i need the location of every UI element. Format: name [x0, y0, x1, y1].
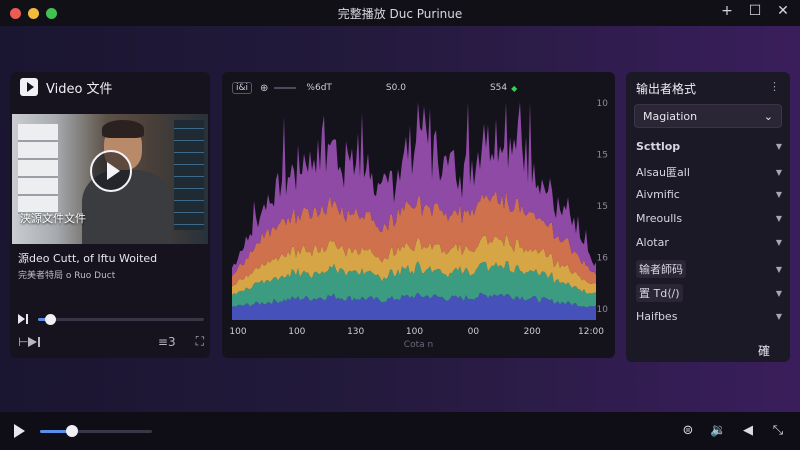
chart-toolbar-chip[interactable]: ⅰ&ⅰ	[232, 82, 253, 94]
video-subtitle: 完美者特局 o Ruo Duct	[18, 271, 116, 281]
close-icon[interactable]: ✕	[776, 3, 790, 19]
fullscreen-icon[interactable]: ⛶	[196, 334, 204, 349]
settings-item-label: 输者師码	[636, 260, 686, 278]
settings-item-label: Alsau匿all	[636, 166, 690, 179]
bottom-bar-icons: ⊜ 🔉 ◀ ⤡	[680, 423, 786, 438]
settings-item-label: Aivmific	[636, 188, 680, 201]
settings-item[interactable]: Alotar ▼	[636, 236, 782, 249]
play-icon[interactable]	[20, 78, 38, 96]
settings-item-label: Mreoulls	[636, 212, 683, 225]
title-bar: 完整播放 Duc Purinue + ☐ ✕	[0, 0, 800, 26]
globe-icon[interactable]: ⊕	[260, 83, 268, 94]
chart-toolbar-label-3: S54	[489, 83, 508, 93]
video-thumbnail[interactable]: 浃源文件文件	[12, 114, 208, 244]
chart-x-caption: Cota n	[403, 340, 434, 350]
y-tick-label: 16	[597, 254, 609, 264]
settings-item[interactable]: Scttlop ▼	[636, 140, 782, 153]
y-tick-label: 10	[597, 99, 609, 109]
confirm-button[interactable]: 確	[758, 342, 770, 359]
settings-item[interactable]: 输者師码 ▼	[636, 260, 782, 278]
fullscreen-icon[interactable]: ⤡	[770, 423, 786, 438]
maximize-icon[interactable]: ☐	[748, 3, 762, 19]
chevron-down-icon: ▼	[775, 238, 782, 247]
x-tick-label: 12:00	[578, 327, 604, 337]
video-seek-bar[interactable]	[38, 313, 204, 325]
settings-title: 输出者格式	[636, 82, 697, 96]
settings-item-label: Alotar	[636, 236, 669, 249]
video-seek-handle[interactable]	[44, 313, 56, 325]
new-tab-icon[interactable]: +	[720, 3, 734, 19]
x-tick-label: 00	[468, 327, 480, 337]
volume-icon[interactable]: 🔉	[710, 423, 726, 438]
format-dropdown-value: Magiation	[643, 109, 698, 123]
video-controls: ⊢ ≡3 ⛶	[18, 334, 204, 349]
play-pause-icon[interactable]	[18, 313, 30, 325]
play-icon[interactable]	[14, 424, 25, 438]
status-dot-icon: ◆	[511, 83, 518, 93]
thumbnail-person-hair	[102, 120, 144, 138]
playback-progress-bar[interactable]	[40, 425, 152, 437]
y-tick-label: 15	[597, 202, 608, 212]
thumbnail-shelf	[18, 124, 58, 214]
chart-panel: 100 100 130 100 00 200 12:00 10 15 15 16 10 ⅰ&ⅰ ⊕ %…	[222, 72, 615, 358]
settings-item-label: Scttlop	[636, 140, 681, 153]
chart-toolbar-label-2: S0.0	[385, 83, 406, 93]
close-window-button[interactable]	[10, 7, 21, 19]
audio-spectrum-chart: 100 100 130 100 00 200 12:00 10 15 15 16 10	[229, 99, 609, 337]
time-label: ≡3	[157, 334, 176, 349]
settings-item[interactable]: Mreoulls ▼	[636, 212, 782, 225]
settings-item-label: Haifbes	[636, 310, 678, 323]
settings-panel: 输出者格式 ⋮ Magiation ⌄ Scttlop ▼ Alsau匿all …	[626, 72, 790, 362]
video-panel-header: Video 文件	[10, 72, 210, 102]
chevron-down-icon: ▼	[775, 214, 782, 223]
more-options-icon[interactable]: ⋮	[769, 80, 780, 93]
chevron-down-icon: ⌄	[763, 109, 773, 123]
settings-item[interactable]: Aivmific ▼	[636, 188, 782, 201]
video-panel-title: Video 文件	[46, 81, 113, 97]
y-tick-label: 10	[597, 305, 609, 315]
thumbnail-caption: 浃源文件文件	[20, 212, 86, 225]
x-tick-label: 100	[229, 327, 246, 337]
chevron-down-icon: ▼	[775, 312, 782, 321]
chevron-down-icon: ▼	[775, 288, 782, 298]
zoom-window-button[interactable]	[46, 7, 57, 19]
captions-icon[interactable]: ⊜	[680, 423, 696, 438]
chevron-down-icon: ▼	[775, 190, 782, 199]
speaker-icon[interactable]: ◀	[740, 423, 756, 438]
minimize-window-button[interactable]	[28, 7, 39, 19]
bottom-playback-bar: ⊜ 🔉 ◀ ⤡	[0, 412, 800, 450]
window-traffic-lights	[10, 7, 57, 19]
play-overlay-icon[interactable]	[90, 150, 132, 192]
settings-item[interactable]: Haifbes ▼	[636, 310, 782, 323]
video-panel: Video 文件 浃源文件文件 源deo Cutt, of Iftu Woite…	[10, 72, 210, 358]
playback-progress-handle[interactable]	[66, 425, 79, 437]
x-tick-label: 130	[347, 327, 364, 337]
chart-toolbar-line	[274, 87, 297, 89]
x-tick-label: 200	[524, 327, 541, 337]
window-controls: + ☐ ✕	[720, 3, 790, 19]
y-tick-label: 15	[597, 151, 608, 161]
x-tick-label: 100	[288, 327, 305, 337]
format-dropdown[interactable]: Magiation ⌄	[634, 104, 782, 128]
window-title: 完整播放 Duc Purinue	[337, 7, 463, 21]
chevron-down-icon: ▼	[775, 142, 782, 151]
thumbnail-rack	[174, 120, 204, 230]
settings-item[interactable]: 置 Td⟨/) ▼	[636, 284, 782, 302]
x-tick-label: 100	[406, 327, 423, 337]
chevron-down-icon: ▼	[775, 167, 782, 177]
chart-toolbar-label-1: %6dT	[306, 83, 332, 93]
settings-item-label: 置 Td⟨/)	[636, 284, 683, 302]
video-name: 源deo Cutt, of Iftu Woited	[18, 252, 158, 265]
settings-item[interactable]: Alsau匿all ▼	[636, 164, 782, 180]
chevron-down-icon: ▼	[775, 264, 782, 274]
step-back-icon[interactable]: ⊢	[18, 335, 28, 349]
chart-toolbar: ⅰ&ⅰ ⊕ %6dT S0.0 S54 ◆	[232, 80, 605, 96]
video-seek-row	[18, 312, 204, 326]
skip-next-icon[interactable]	[28, 336, 41, 348]
